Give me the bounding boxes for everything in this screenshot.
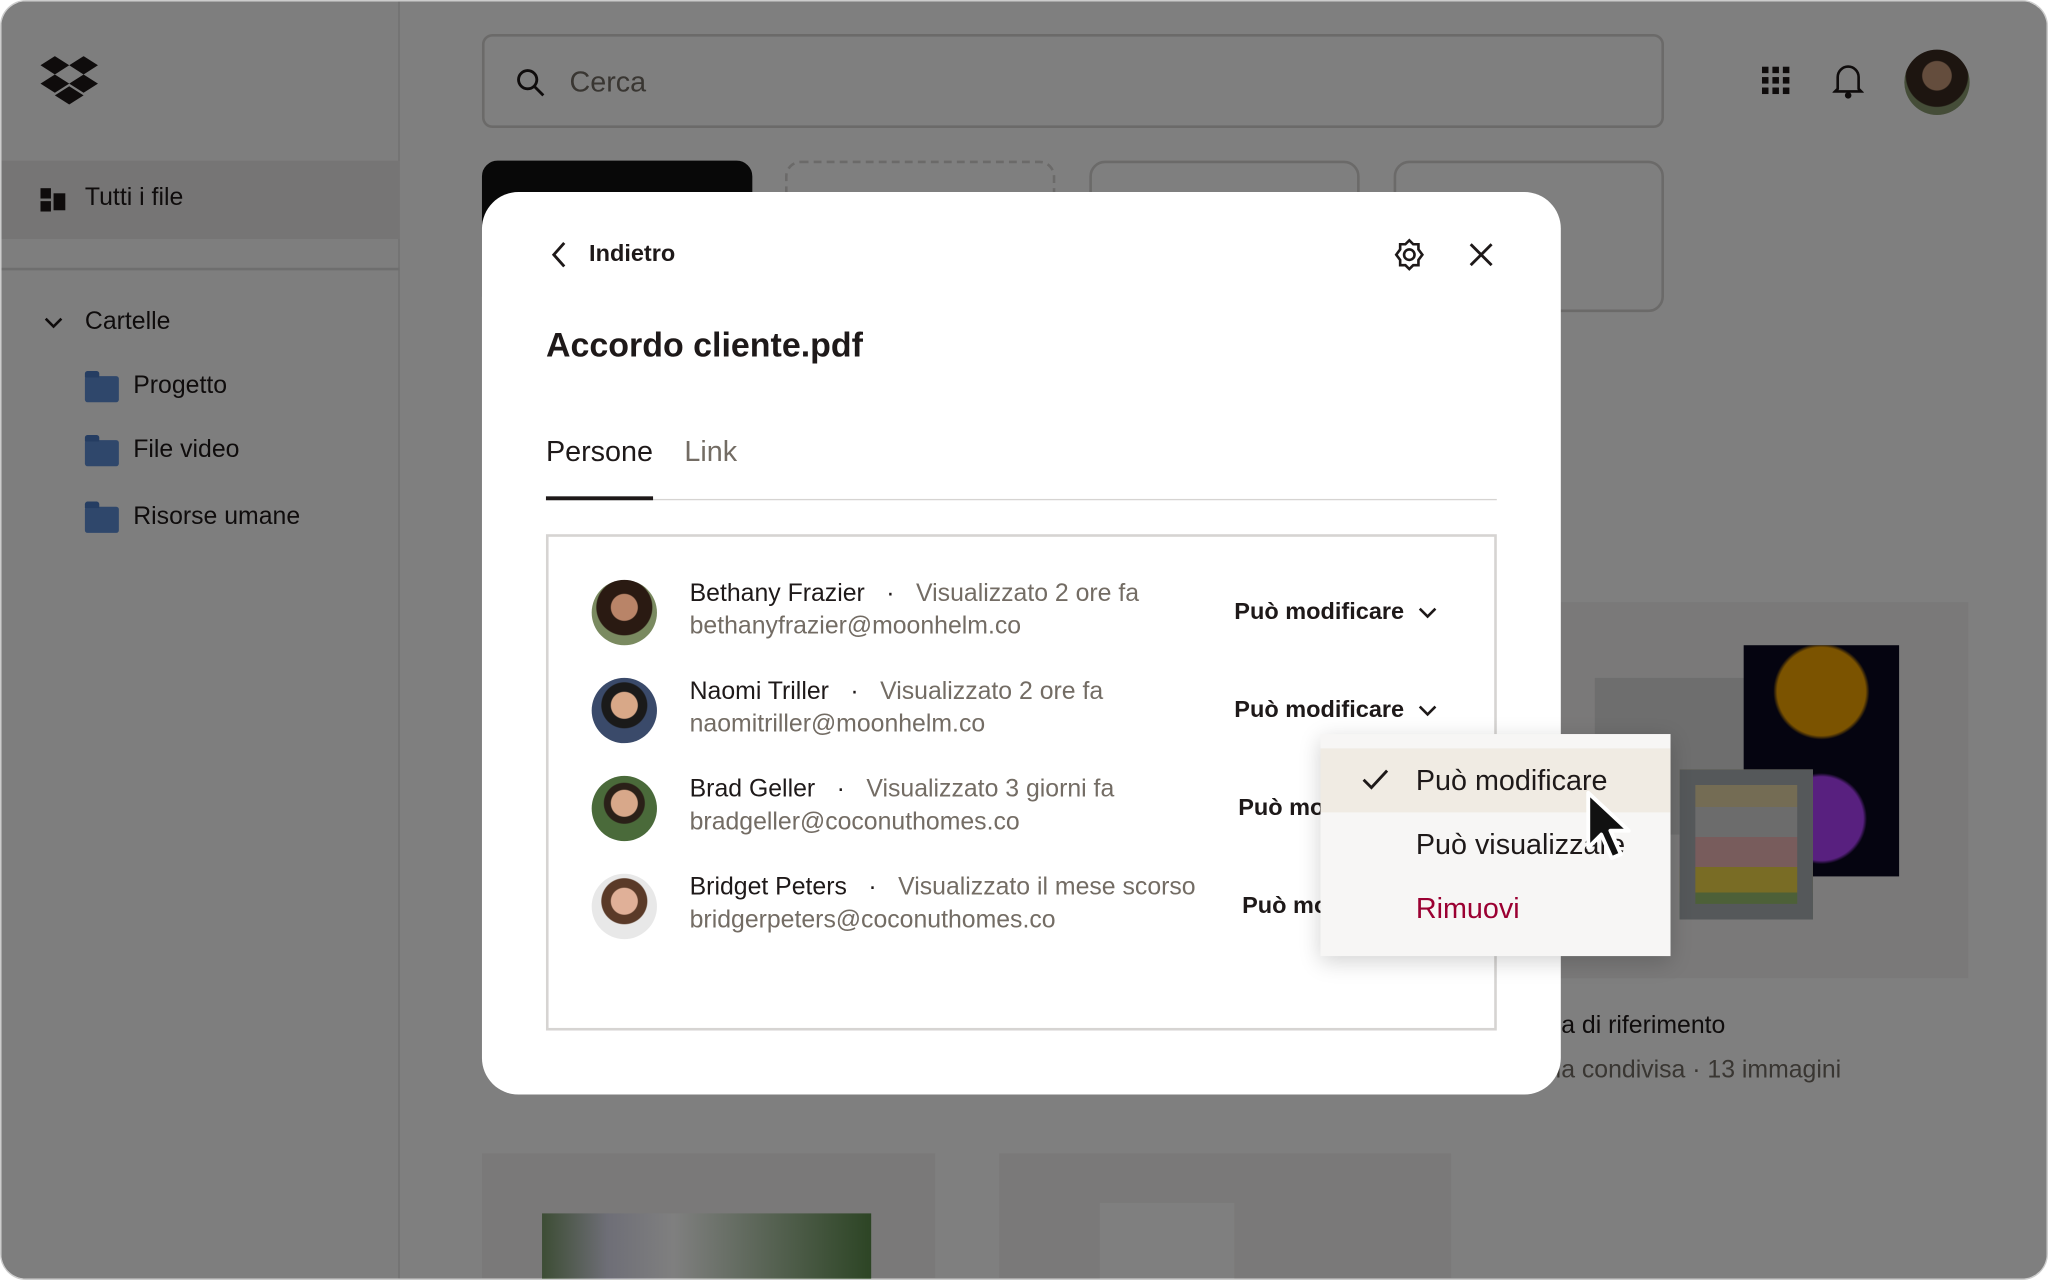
back-chevron-icon[interactable]	[550, 240, 568, 269]
close-icon[interactable]	[1468, 242, 1494, 268]
person-status: Visualizzato il mese scorso	[898, 873, 1196, 902]
dropdown-item-label: Rimuovi	[1415, 892, 1520, 925]
person-avatar	[591, 677, 657, 744]
person-email: naomitriller@moonhelm.co	[689, 710, 986, 738]
chevron-down-icon	[1418, 607, 1437, 619]
permission-select[interactable]: Può modificare	[1234, 598, 1437, 625]
person-name: Bethany Frazier	[689, 579, 865, 608]
person-name: Naomi Triller	[689, 677, 829, 706]
permission-select[interactable]: Può modificare	[1234, 696, 1437, 723]
separator-dot: ·	[868, 873, 877, 902]
tab-link[interactable]: Link	[684, 435, 737, 469]
permission-label: Può modificare	[1234, 696, 1405, 723]
person-row: Naomi Triller · Visualizzato 2 ore fa na…	[690, 678, 1104, 739]
mouse-cursor-icon	[1586, 790, 1631, 861]
person-name: Brad Geller	[689, 775, 816, 804]
person-row: Brad Geller · Visualizzato 3 giorni fa b…	[690, 776, 1115, 837]
check-icon	[1362, 769, 1389, 790]
tab-persone[interactable]: Persone	[546, 435, 653, 469]
person-status: Visualizzato 2 ore fa	[916, 579, 1140, 608]
chevron-down-icon	[1418, 705, 1437, 717]
separator-dot: ·	[886, 579, 895, 608]
dropdown-item-label: Può modificare	[1415, 764, 1608, 797]
person-name: Bridget Peters	[689, 873, 847, 902]
person-email: bradgeller@coconuthomes.co	[689, 808, 1020, 836]
person-avatar	[591, 873, 657, 940]
app-window: Tutti i file Cartelle Progetto File vide…	[0, 0, 2048, 1280]
permission-label: Può modificare	[1234, 598, 1405, 625]
dropdown-item-remove[interactable]: Rimuovi	[1320, 876, 1670, 940]
person-row: Bridget Peters · Visualizzato il mese sc…	[690, 874, 1196, 935]
gear-icon[interactable]	[1392, 238, 1426, 272]
active-tab-indicator	[545, 496, 654, 501]
person-status: Visualizzato 3 giorni fa	[866, 775, 1115, 804]
person-email: bridgerpeters@coconuthomes.co	[689, 906, 1056, 934]
person-avatar	[591, 579, 657, 646]
separator-dot: ·	[850, 677, 859, 706]
person-row: Bethany Frazier · Visualizzato 2 ore fa …	[690, 580, 1139, 641]
modal-title: Accordo cliente.pdf	[545, 325, 863, 365]
person-email: bethanyfrazier@moonhelm.co	[689, 612, 1022, 640]
person-status: Visualizzato 2 ore fa	[880, 677, 1104, 706]
separator-dot: ·	[836, 775, 845, 804]
person-avatar	[591, 775, 657, 842]
back-button[interactable]: Indietro	[589, 240, 675, 267]
tabs-divider	[545, 498, 1497, 501]
share-modal: Indietro Accordo cliente.pdf Persone Lin…	[481, 191, 1561, 1095]
